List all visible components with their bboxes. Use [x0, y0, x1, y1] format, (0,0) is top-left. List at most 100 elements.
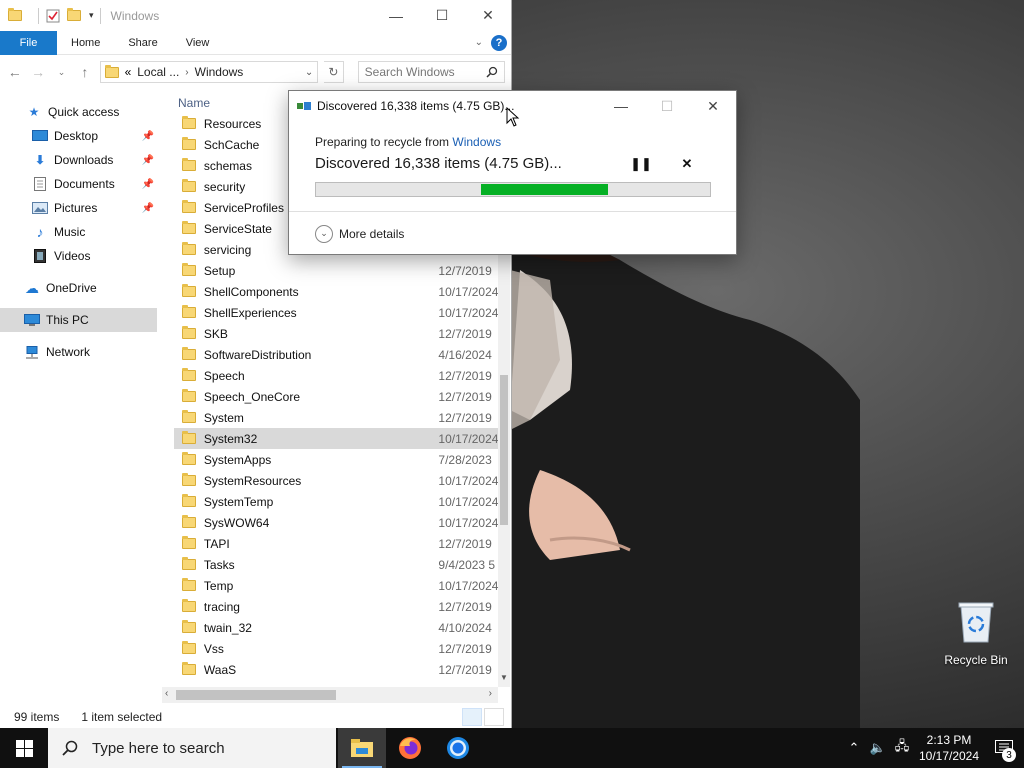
pin-icon[interactable]: 📌 [142, 131, 154, 142]
breadcrumb-local-disk[interactable]: Local ... [137, 65, 179, 79]
table-row[interactable]: WaaS 12/7/2019 [174, 659, 498, 680]
sidebar-item-desktop[interactable]: Desktop 📌 [0, 124, 160, 148]
address-overflow[interactable]: « [125, 65, 132, 79]
sidebar-item-network[interactable]: Network [0, 340, 160, 364]
row-name: ShellExperiences [203, 305, 297, 320]
table-row[interactable]: Speech_OneCore 12/7/2019 [174, 386, 498, 407]
table-row[interactable]: SKB 12/7/2019 [174, 323, 498, 344]
more-details-toggle[interactable]: ⌄ More details [289, 211, 736, 255]
row-date-modified: 12/7/2019 [438, 599, 492, 614]
start-button[interactable] [0, 728, 48, 768]
row-date-modified: 10/17/2024 [438, 431, 498, 446]
pin-icon[interactable]: 📌 [142, 203, 154, 214]
minimize-button[interactable]: — [598, 98, 644, 114]
properties-icon[interactable] [45, 8, 61, 24]
sidebar-item-quick-access[interactable]: ★ Quick access [0, 100, 160, 124]
table-row[interactable]: tracing 12/7/2019 [174, 596, 498, 617]
table-row[interactable]: System 12/7/2019 [174, 407, 498, 428]
forward-arrow-icon[interactable]: → [29, 64, 46, 80]
scroll-right-icon[interactable]: › [489, 688, 492, 699]
sidebar-item-music[interactable]: ♪ Music [0, 220, 160, 244]
action-center-button[interactable]: 3 [984, 728, 1024, 768]
table-row[interactable]: Vss 12/7/2019 [174, 638, 498, 659]
table-row[interactable]: ShellExperiences 10/17/2024 [174, 302, 498, 323]
table-row[interactable]: TAPI 12/7/2019 [174, 533, 498, 554]
sidebar-item-onedrive[interactable]: ☁ OneDrive [0, 276, 160, 300]
help-icon[interactable]: ? [491, 34, 507, 51]
breadcrumb-windows[interactable]: Windows [195, 65, 244, 79]
back-arrow-icon[interactable]: ← [6, 64, 23, 80]
table-row[interactable]: SysWOW64 10/17/2024 [174, 512, 498, 533]
folder-icon [182, 305, 196, 318]
network-icon [24, 345, 40, 359]
pause-icon[interactable]: ❚❚ [618, 156, 664, 172]
table-row[interactable]: System32 10/17/2024 [174, 428, 498, 449]
new-folder-icon[interactable] [67, 8, 81, 21]
table-row[interactable]: SystemApps 7/28/2023 [174, 449, 498, 470]
row-date-modified: 4/10/2024 [438, 620, 492, 635]
source-folder-link[interactable]: Windows [452, 135, 501, 149]
large-icons-view-icon[interactable] [484, 708, 504, 726]
recycle-bin-shortcut[interactable]: Recycle Bin [944, 600, 1008, 667]
address-dropdown-icon[interactable]: ⌄ [305, 67, 313, 78]
minimize-button[interactable]: — [373, 0, 419, 31]
tab-home[interactable]: Home [57, 37, 114, 49]
table-row[interactable]: Temp 10/17/2024 [174, 575, 498, 596]
table-row[interactable]: ShellComponents 10/17/2024 [174, 281, 498, 302]
sidebar-item-this-pc[interactable]: This PC [0, 308, 157, 332]
taskbar-search-box[interactable]: Type here to search [48, 728, 336, 768]
scroll-down-icon[interactable]: ▼ [498, 673, 510, 687]
chevron-down-icon[interactable]: ⌄ [315, 224, 333, 243]
table-row[interactable]: twain_32 4/10/2024 [174, 617, 498, 638]
customize-quick-access-icon[interactable]: ▾ [89, 10, 94, 21]
search-input[interactable]: Search Windows [357, 61, 505, 83]
recycle-bin-label: Recycle Bin [944, 653, 1008, 667]
table-row[interactable]: Setup 12/7/2019 [174, 260, 498, 281]
folder-icon [182, 116, 196, 129]
row-name: Temp [203, 578, 234, 593]
taskbar-chrome[interactable] [434, 728, 482, 768]
maximize-button[interactable]: ☐ [419, 0, 465, 31]
table-row[interactable]: SoftwareDistribution 4/16/2024 [174, 344, 498, 365]
tab-share[interactable]: Share [114, 37, 171, 49]
row-date-modified: 12/7/2019 [438, 263, 492, 278]
tab-view[interactable]: View [172, 37, 224, 49]
table-row[interactable]: Tasks 9/4/2023 5 [174, 554, 498, 575]
sidebar-item-pictures[interactable]: Pictures 📌 [0, 196, 160, 220]
row-date-modified: 10/17/2024 [438, 494, 498, 509]
cancel-icon[interactable]: ✕ [664, 156, 710, 172]
recent-locations-icon[interactable]: ⌄ [53, 67, 70, 78]
up-arrow-icon[interactable]: ↑ [76, 64, 93, 80]
sidebar-item-documents[interactable]: Documents 📌 [0, 172, 160, 196]
close-button[interactable]: ✕ [690, 98, 736, 115]
refresh-button[interactable]: ↻ [324, 61, 344, 83]
tab-file[interactable]: File [0, 30, 57, 55]
table-row[interactable]: Speech 12/7/2019 [174, 365, 498, 386]
breadcrumb-separator-icon[interactable]: › [185, 67, 188, 78]
address-bar[interactable]: « Local ... › Windows ⌄ [99, 61, 319, 83]
table-row[interactable]: SystemResources 10/17/2024 [174, 470, 498, 491]
close-button[interactable]: ✕ [465, 0, 511, 31]
scrollbar-thumb[interactable] [176, 690, 336, 700]
network-icon[interactable]: 🖧 [890, 737, 914, 759]
search-icon [62, 740, 78, 756]
scroll-left-icon[interactable]: ‹ [165, 688, 168, 699]
show-hidden-icons-icon[interactable]: ⌃ [842, 740, 866, 756]
expand-ribbon-icon[interactable]: ⌄ [475, 37, 483, 48]
taskbar-file-explorer[interactable] [338, 728, 386, 768]
details-view-icon[interactable] [462, 708, 482, 726]
taskbar-clock[interactable]: 2:13 PM 10/17/2024 [914, 732, 984, 764]
sidebar-item-downloads[interactable]: ⬇ Downloads 📌 [0, 148, 160, 172]
row-date-modified: 12/7/2019 [438, 641, 492, 656]
taskbar-firefox[interactable] [386, 728, 434, 768]
horizontal-scrollbar[interactable]: ‹ › [162, 687, 498, 703]
scrollbar-thumb[interactable] [500, 375, 508, 525]
table-row[interactable]: SystemTemp 10/17/2024 [174, 491, 498, 512]
sidebar-item-videos[interactable]: Videos [0, 244, 160, 268]
pin-icon[interactable]: 📌 [142, 179, 154, 190]
folder-icon [182, 536, 196, 549]
pin-icon[interactable]: 📌 [142, 155, 154, 166]
status-bar: 99 items 1 item selected [0, 706, 512, 728]
folder-icon [182, 557, 196, 570]
speaker-muted-icon[interactable]: 🔈 [866, 740, 890, 756]
